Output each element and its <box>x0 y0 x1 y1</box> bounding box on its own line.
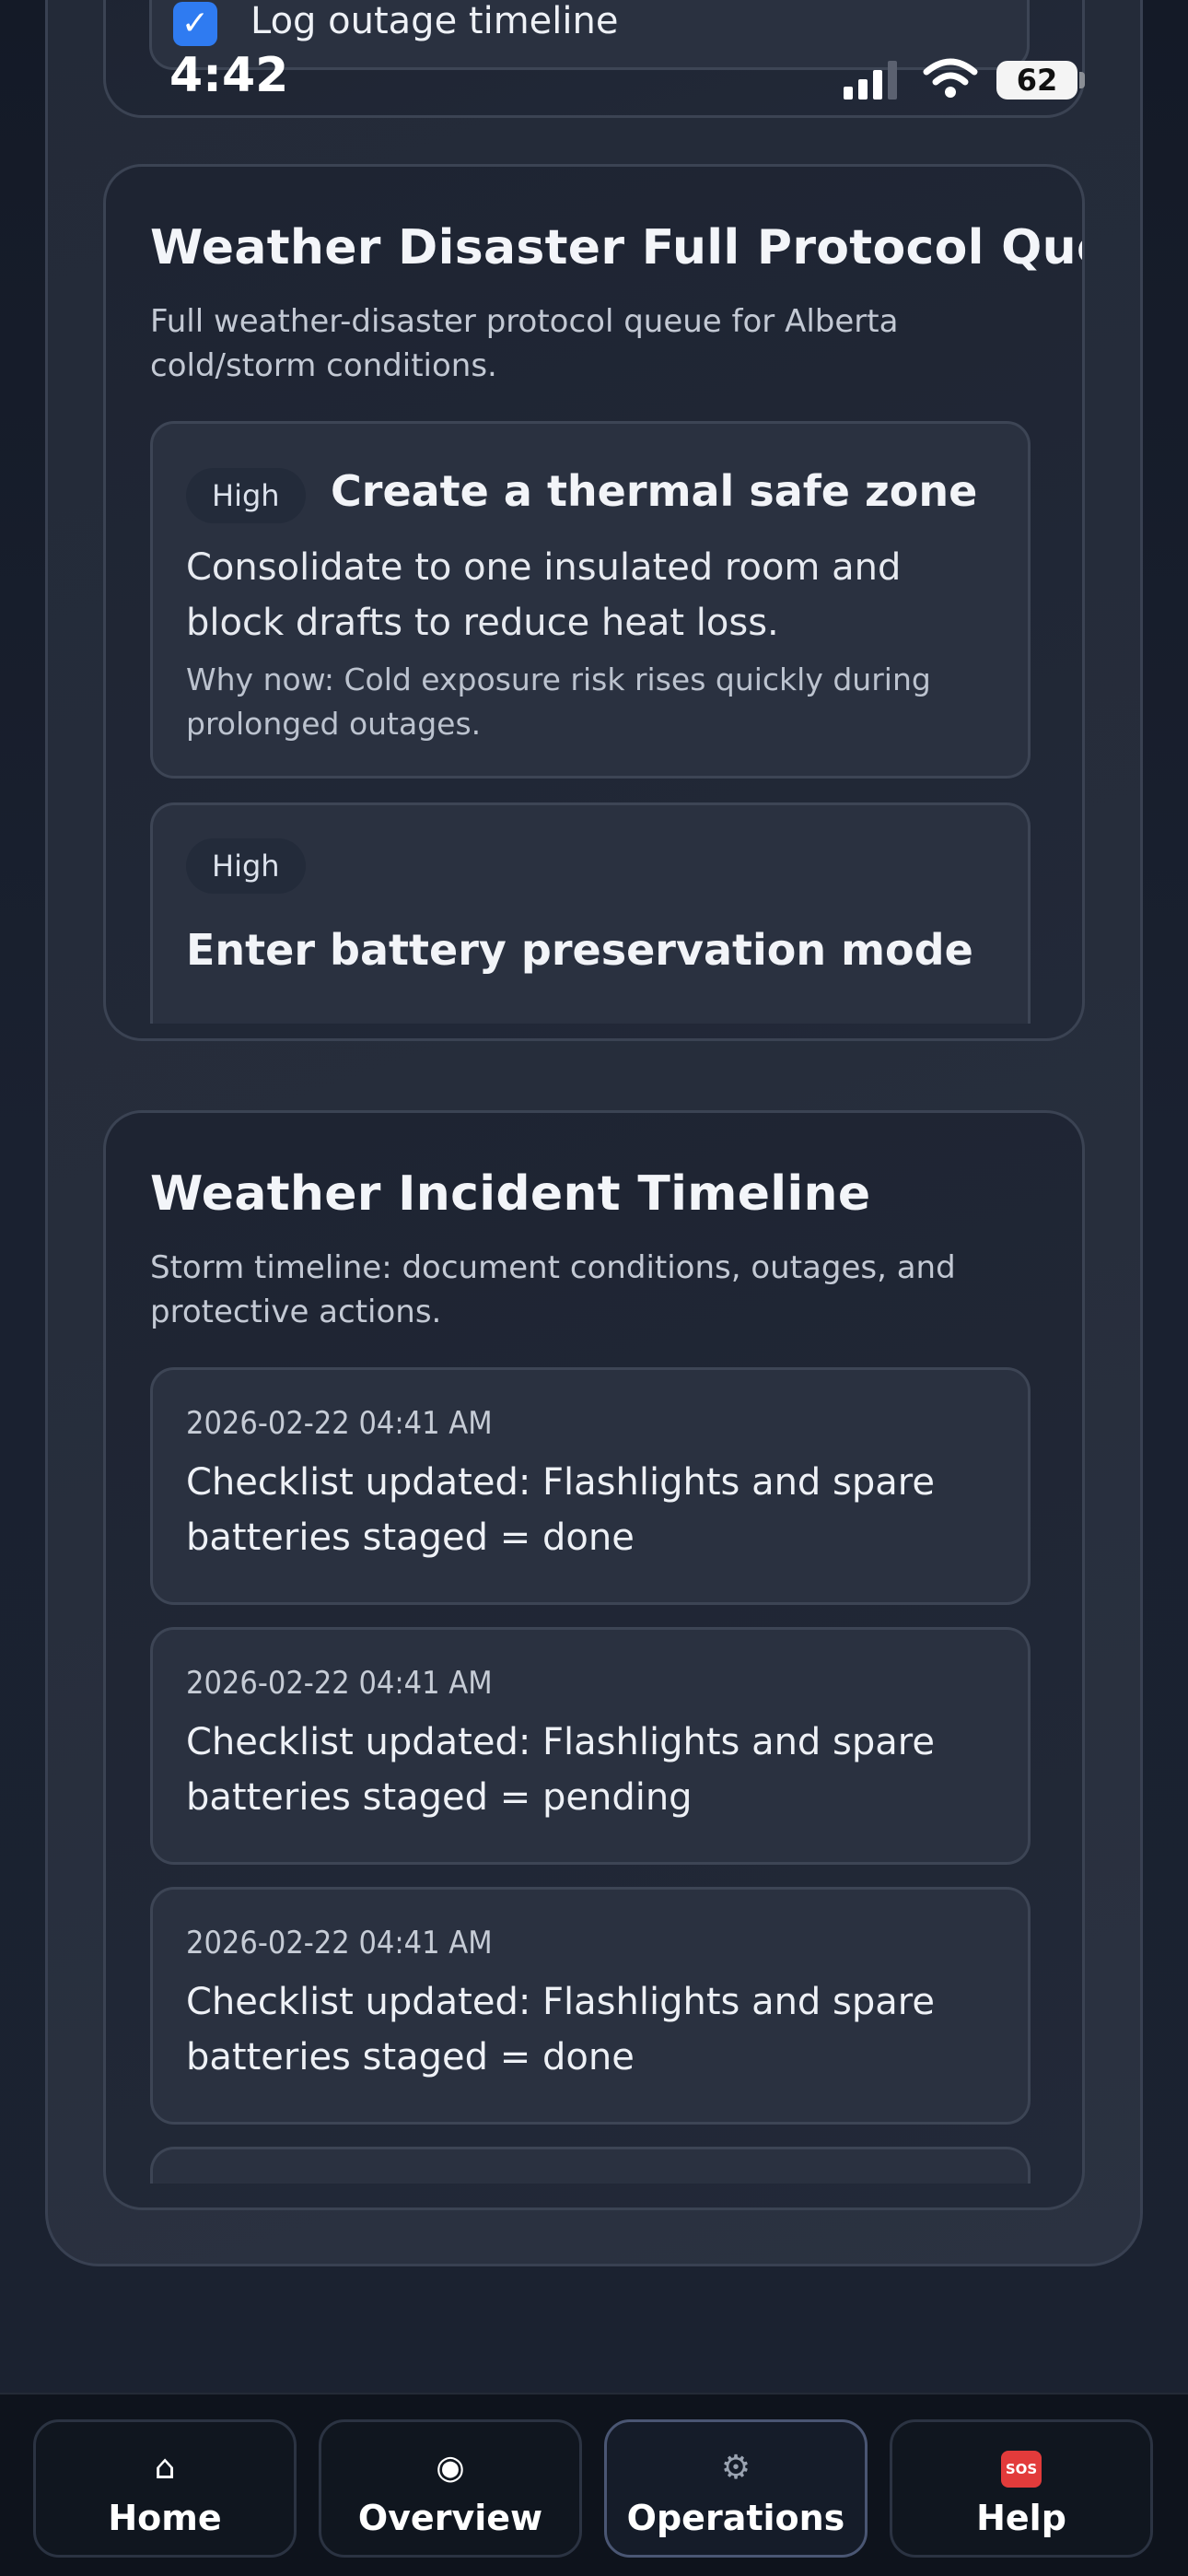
protocol-queue-subtitle: Full weather-disaster protocol queue for… <box>150 303 899 384</box>
status-time: 4:42 <box>169 48 289 103</box>
timeline-entry-partial <box>150 2147 1031 2184</box>
protocol-item-why: Why now: Cold exposure risk rises quickl… <box>186 662 931 742</box>
protocol-queue-card: Weather Disaster Full Protocol Queue Ful… <box>103 164 1085 1041</box>
nav-overview-button[interactable]: ◉ Overview <box>319 2419 582 2558</box>
protocol-queue-title: Weather Disaster Full Protocol Queue <box>150 220 1085 275</box>
timeline-entry-text: Checklist updated: Flashlights and spare… <box>186 1981 935 2078</box>
signal-icon <box>844 61 897 100</box>
nav-operations-label: Operations <box>626 2498 845 2538</box>
timeline-timestamp: 2026-02-22 04:41 AM <box>186 1925 493 1961</box>
nav-help-button[interactable]: SOS Help <box>890 2419 1153 2558</box>
timeline-subtitle: Storm timeline: document conditions, out… <box>150 1249 956 1330</box>
timeline-entry: 2026-02-22 04:41 AM Checklist updated: F… <box>150 1887 1031 2125</box>
protocol-item-title: Create a thermal safe zone <box>331 466 978 516</box>
nav-help-label: Help <box>976 2498 1066 2538</box>
nav-home-label: Home <box>108 2498 222 2538</box>
timeline-timestamp: 2026-02-22 04:41 AM <box>186 1405 493 1442</box>
protocol-item[interactable]: High Enter battery preservation mode <box>150 802 1031 1024</box>
timeline-entry: 2026-02-22 04:41 AM Checklist updated: F… <box>150 1627 1031 1865</box>
priority-badge: High <box>186 468 306 523</box>
nav-home-button[interactable]: ⌂ Home <box>33 2419 297 2558</box>
radio-dot-icon: ◉ <box>436 2449 465 2487</box>
gear-icon: ⚙ <box>720 2449 751 2487</box>
sos-icon: SOS <box>1001 2451 1042 2488</box>
protocol-item-title: Enter battery preservation mode <box>186 925 973 975</box>
wifi-icon <box>923 58 978 98</box>
timeline-title: Weather Incident Timeline <box>150 1166 871 1222</box>
battery-tip <box>1079 72 1085 88</box>
protocol-item[interactable]: High Create a thermal safe zone Consolid… <box>150 421 1031 779</box>
nav-operations-button[interactable]: ⚙ Operations <box>604 2419 868 2558</box>
timeline-entry: 2026-02-22 04:41 AM Checklist updated: F… <box>150 1367 1031 1605</box>
timeline-entry-text: Checklist updated: Flashlights and spare… <box>186 1721 935 1819</box>
nav-overview-label: Overview <box>357 2498 543 2538</box>
incident-timeline-card: Weather Incident Timeline Storm timeline… <box>103 1110 1085 2210</box>
checklist-item-label: Log outage timeline <box>250 0 619 42</box>
timeline-entry-text: Checklist updated: Flashlights and spare… <box>186 1461 935 1559</box>
timeline-timestamp: 2026-02-22 04:41 AM <box>186 1665 493 1702</box>
home-icon: ⌂ <box>154 2449 176 2487</box>
priority-badge: High <box>186 838 306 894</box>
protocol-item-description: Consolidate to one insulated room and bl… <box>186 546 902 644</box>
checkbox-checked-icon[interactable]: ✓ <box>173 2 217 46</box>
bottom-nav: ⌂ Home ◉ Overview ⚙ Operations SOS Help <box>0 2393 1188 2576</box>
battery-indicator: 62 <box>996 61 1077 100</box>
